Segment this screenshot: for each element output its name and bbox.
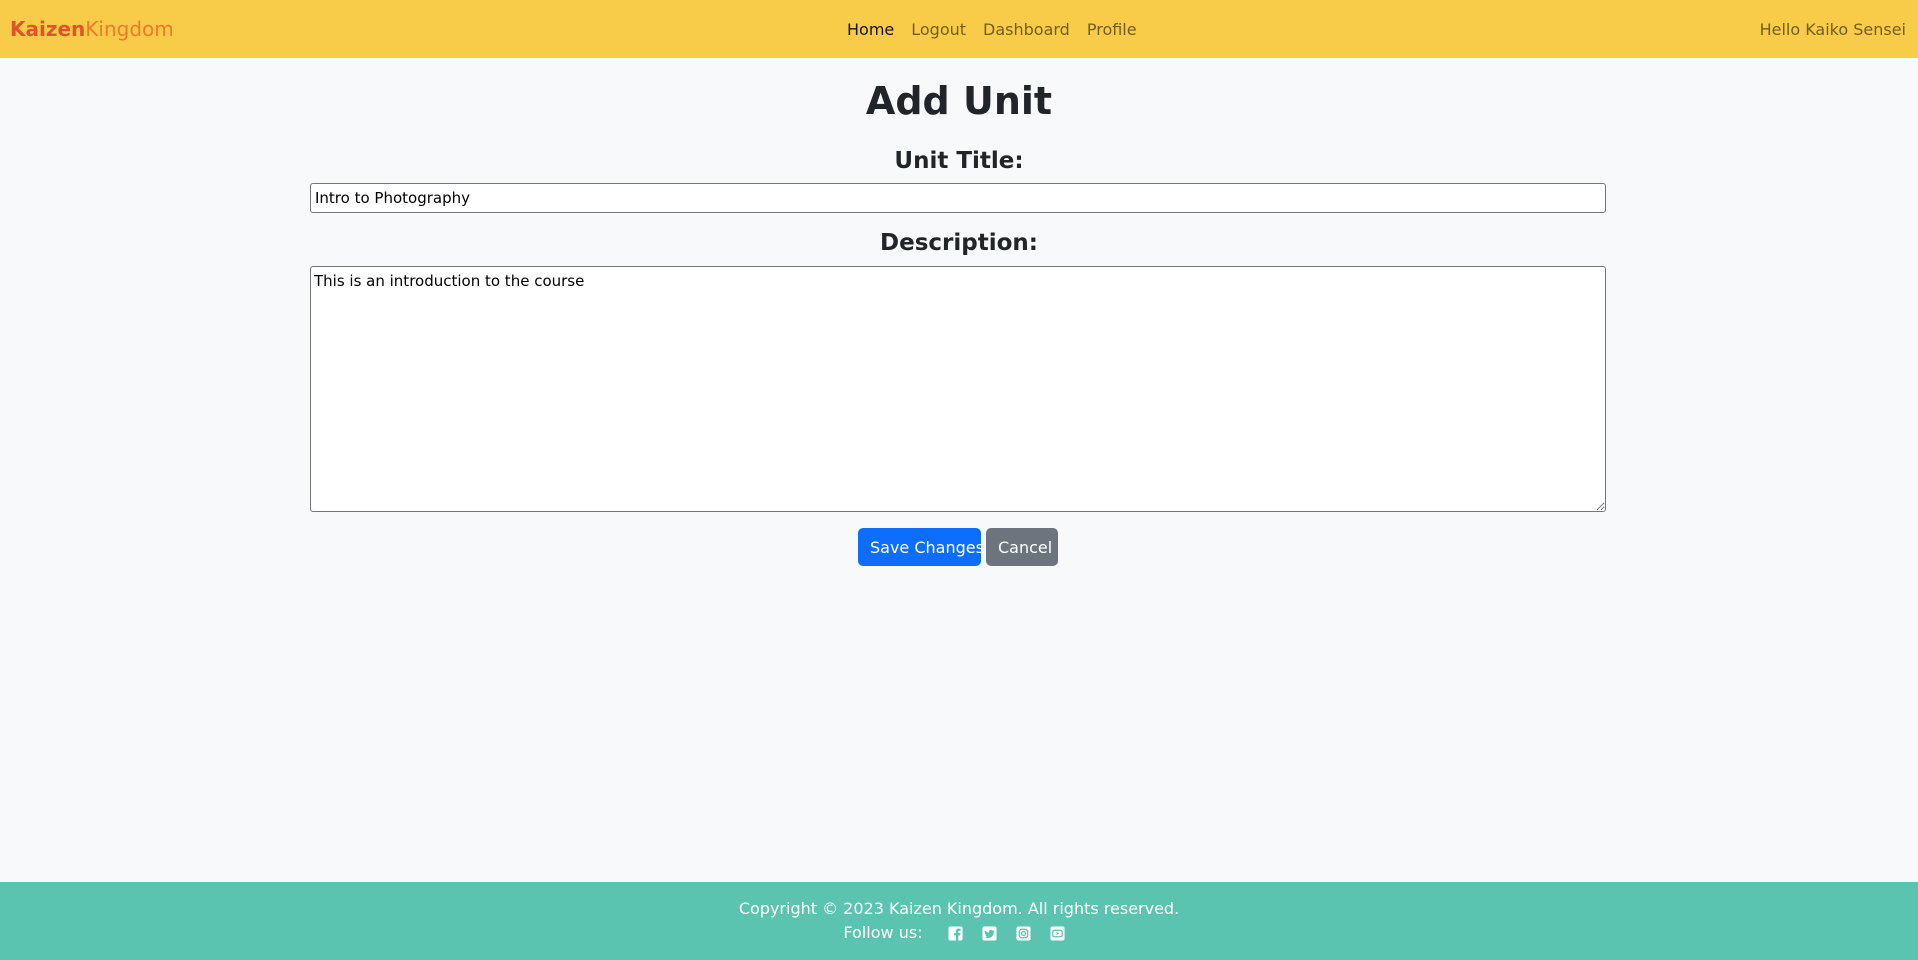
youtube-icon[interactable] <box>1050 925 1066 941</box>
instagram-icon[interactable] <box>1016 925 1032 941</box>
unit-title-label: Unit Title: <box>894 148 1024 174</box>
nav-link-profile[interactable]: Profile <box>1087 19 1137 41</box>
save-changes-button[interactable]: Save Changes <box>858 528 984 566</box>
copyright-text: Copyright © 2023 Kaizen Kingdom. All rig… <box>738 899 1180 918</box>
brand-logo[interactable]: KaizenKingdom <box>10 15 174 43</box>
page: KaizenKingdom Home Logout Dashboard Prof… <box>0 0 1918 960</box>
nav-link-dashboard[interactable]: Dashboard <box>983 19 1070 41</box>
follow-us-row: Follow us: <box>0 923 1918 943</box>
description-label: Description: <box>880 230 1038 256</box>
facebook-icon[interactable] <box>948 925 964 941</box>
follow-us-label: Follow us: <box>843 923 923 942</box>
navbar: KaizenKingdom Home Logout Dashboard Prof… <box>0 0 1918 58</box>
description-textarea[interactable]: This is an introduction to the course <box>310 266 1606 512</box>
user-greeting: Hello Kaiko Sensei <box>1759 20 1906 39</box>
twitter-icon[interactable] <box>982 925 998 941</box>
footer: Copyright © 2023 Kaizen Kingdom. All rig… <box>0 882 1918 960</box>
nav-link-home[interactable]: Home <box>847 19 894 41</box>
nav-link-logout[interactable]: Logout <box>911 19 966 41</box>
unit-title-input[interactable] <box>310 183 1606 213</box>
brand-name-part2: Kingdom <box>85 17 174 41</box>
cancel-button[interactable]: Cancel <box>986 528 1058 566</box>
nav-links: Home Logout Dashboard Profile <box>847 19 1154 41</box>
brand-name-part1: Kaizen <box>10 17 86 41</box>
page-title: Add Unit <box>865 79 1053 123</box>
